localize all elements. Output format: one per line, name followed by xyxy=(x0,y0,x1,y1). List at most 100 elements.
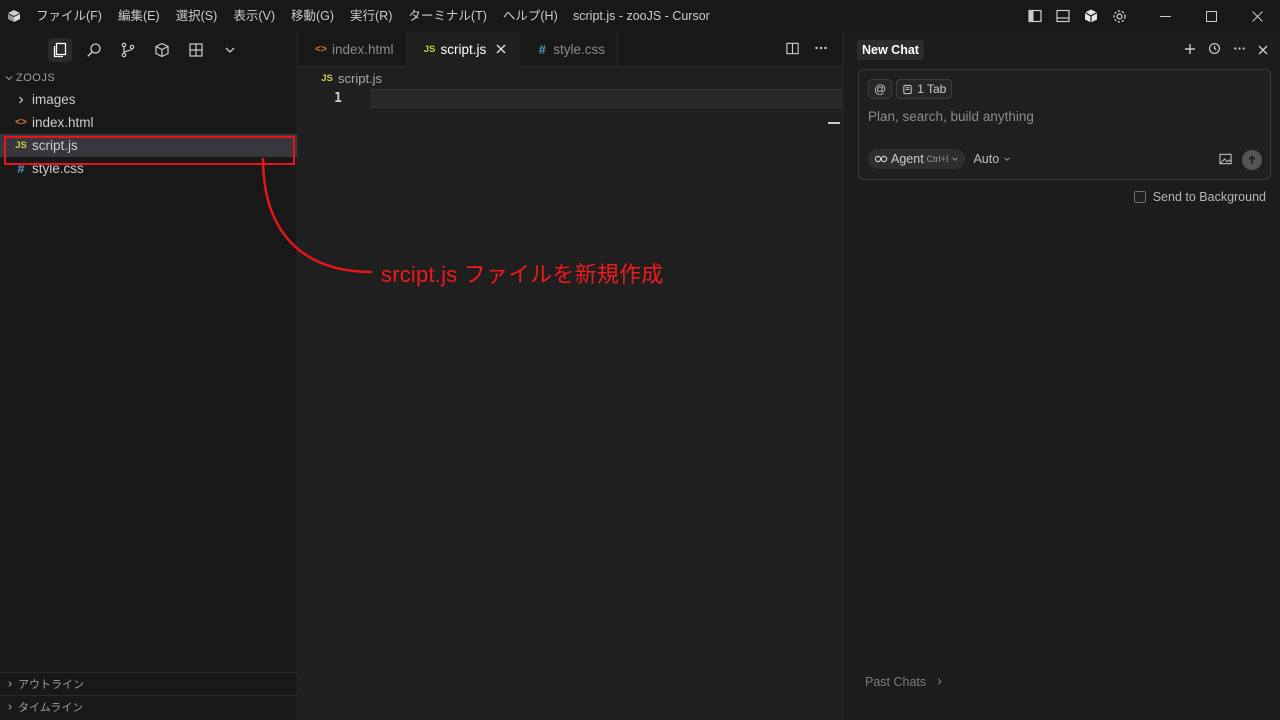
past-chats-link[interactable]: Past Chats xyxy=(865,675,944,689)
chevron-right-icon xyxy=(937,678,942,685)
agent-mode-dropdown[interactable]: Agent Ctrl+I xyxy=(868,149,966,169)
chat-panel: New Chat @ 1 Tab Plan, search, build any xyxy=(842,32,1280,720)
chat-input-placeholder[interactable]: Plan, search, build anything xyxy=(868,109,1034,124)
outline-section[interactable]: アウトライン xyxy=(0,672,298,694)
html-file-icon: <> xyxy=(15,117,27,128)
tab-icon xyxy=(903,84,912,94)
html-file-icon: <> xyxy=(315,44,327,55)
extensions-icon[interactable] xyxy=(150,38,174,62)
past-chats-label: Past Chats xyxy=(865,675,927,689)
tab-label: index.html xyxy=(332,42,394,57)
infinity-icon xyxy=(874,155,888,163)
current-line-highlight xyxy=(370,89,842,108)
agent-shortcut: Ctrl+I xyxy=(926,154,949,164)
tab-label: style.css xyxy=(553,42,606,57)
window-title: script.js - zooJS - Cursor xyxy=(573,9,710,23)
chevron-right-icon xyxy=(4,680,16,688)
tab-script-js[interactable]: JS script.js xyxy=(406,32,520,67)
folder-name: ZOOJS xyxy=(16,72,56,84)
cursor-logo-icon[interactable] xyxy=(0,0,28,32)
source-control-icon[interactable] xyxy=(116,38,140,62)
css-file-icon: # xyxy=(538,42,546,57)
send-to-background-option[interactable]: Send to Background xyxy=(1133,190,1266,204)
breadcrumb[interactable]: JS script.js xyxy=(298,67,842,89)
history-icon[interactable] xyxy=(1208,42,1221,58)
grid-icon[interactable] xyxy=(184,38,208,62)
menu-go[interactable]: 移動(G) xyxy=(283,0,342,32)
code-line[interactable]: 1 xyxy=(298,89,842,108)
menu-terminal[interactable]: ターミナル(T) xyxy=(400,0,494,32)
menu-bar: ファイル(F) 編集(E) 選択(S) 表示(V) 移動(G) 実行(R) ター… xyxy=(28,0,566,32)
tab-label: script.js xyxy=(440,41,487,57)
breadcrumb-file: script.js xyxy=(338,70,383,86)
chevron-down-icon xyxy=(1003,157,1010,161)
layout-sidebar-icon[interactable] xyxy=(1024,5,1046,27)
close-icon[interactable] xyxy=(1258,42,1268,58)
menu-selection[interactable]: 選択(S) xyxy=(168,0,226,32)
agent-label: Agent xyxy=(891,152,924,166)
more-actions-icon[interactable] xyxy=(814,41,828,58)
close-tab-icon[interactable] xyxy=(496,41,506,57)
editor-tabs: <> index.html JS script.js # style.css xyxy=(298,32,842,67)
chevron-down-icon xyxy=(952,157,959,161)
composer-controls: Agent Ctrl+I Auto xyxy=(868,149,1011,169)
window-controls xyxy=(1142,0,1280,32)
tab-index-html[interactable]: <> index.html xyxy=(298,32,407,67)
chevron-down-icon[interactable] xyxy=(218,38,242,62)
menu-run[interactable]: 実行(R) xyxy=(342,0,400,32)
tab-chip-label: 1 Tab xyxy=(917,82,947,96)
menu-edit[interactable]: 編集(E) xyxy=(110,0,168,32)
send-button[interactable] xyxy=(1242,150,1262,170)
timeline-label: タイムライン xyxy=(18,701,84,714)
minimize-icon[interactable] xyxy=(1142,0,1188,32)
mention-chip[interactable]: @ xyxy=(868,79,893,99)
explorer-icon[interactable] xyxy=(48,38,72,62)
title-bar: ファイル(F) 編集(E) 選択(S) 表示(V) 移動(G) 実行(R) ター… xyxy=(0,0,1280,32)
chat-actions xyxy=(1184,32,1268,68)
tree-item-images[interactable]: images xyxy=(0,88,297,111)
composer-actions xyxy=(1219,150,1262,170)
search-icon[interactable] xyxy=(82,38,106,62)
send-to-background-label: Send to Background xyxy=(1152,190,1266,204)
new-chat-tab[interactable]: New Chat xyxy=(857,40,924,60)
chevron-down-icon xyxy=(5,76,13,81)
send-to-background-checkbox[interactable] xyxy=(1133,191,1146,203)
js-file-icon: JS xyxy=(423,43,436,55)
gear-icon[interactable] xyxy=(1108,5,1130,27)
tree-item-label: index.html xyxy=(32,115,94,130)
split-editor-icon[interactable] xyxy=(785,41,800,59)
tree-item-label: images xyxy=(32,92,76,107)
cube-icon[interactable] xyxy=(1080,5,1102,27)
tab-style-css[interactable]: # style.css xyxy=(519,32,619,67)
chevron-right-icon xyxy=(4,703,16,711)
folder-title[interactable]: ZOOJS xyxy=(0,68,297,88)
editor-area: <> index.html JS script.js # style.css J… xyxy=(298,32,842,720)
scroll-indicator xyxy=(828,122,840,124)
more-icon[interactable] xyxy=(1233,42,1246,58)
plus-icon[interactable] xyxy=(1184,42,1196,58)
timeline-section[interactable]: タイムライン xyxy=(0,695,298,717)
chevron-right-icon xyxy=(12,95,30,105)
layout-panel-icon[interactable] xyxy=(1052,5,1074,27)
chat-composer[interactable]: @ 1 Tab Plan, search, build anything Age… xyxy=(858,69,1271,180)
menu-view[interactable]: 表示(V) xyxy=(225,0,283,32)
line-number: 1 xyxy=(334,91,342,106)
layout-controls xyxy=(1024,0,1130,32)
context-chips: @ 1 Tab xyxy=(868,79,953,99)
arrow-up-icon xyxy=(1248,155,1256,164)
menu-help[interactable]: ヘルプ(H) xyxy=(495,0,566,32)
annotation-highlight-box xyxy=(4,136,295,165)
model-label: Auto xyxy=(973,152,1000,166)
model-dropdown[interactable]: Auto xyxy=(973,152,1010,166)
chat-header: New Chat xyxy=(843,32,1280,68)
file-tree: images <> index.html JS script.js # styl… xyxy=(0,88,297,180)
tree-item-index-html[interactable]: <> index.html xyxy=(0,111,297,134)
maximize-icon[interactable] xyxy=(1188,0,1234,32)
tab-context-chip[interactable]: 1 Tab xyxy=(896,79,953,99)
menu-file[interactable]: ファイル(F) xyxy=(28,0,110,32)
image-icon[interactable] xyxy=(1219,153,1232,168)
outline-label: アウトライン xyxy=(18,678,84,691)
close-window-icon[interactable] xyxy=(1234,0,1280,32)
annotation-text: srcipt.js ファイルを新規作成 xyxy=(381,262,664,287)
js-file-icon: JS xyxy=(321,72,333,84)
